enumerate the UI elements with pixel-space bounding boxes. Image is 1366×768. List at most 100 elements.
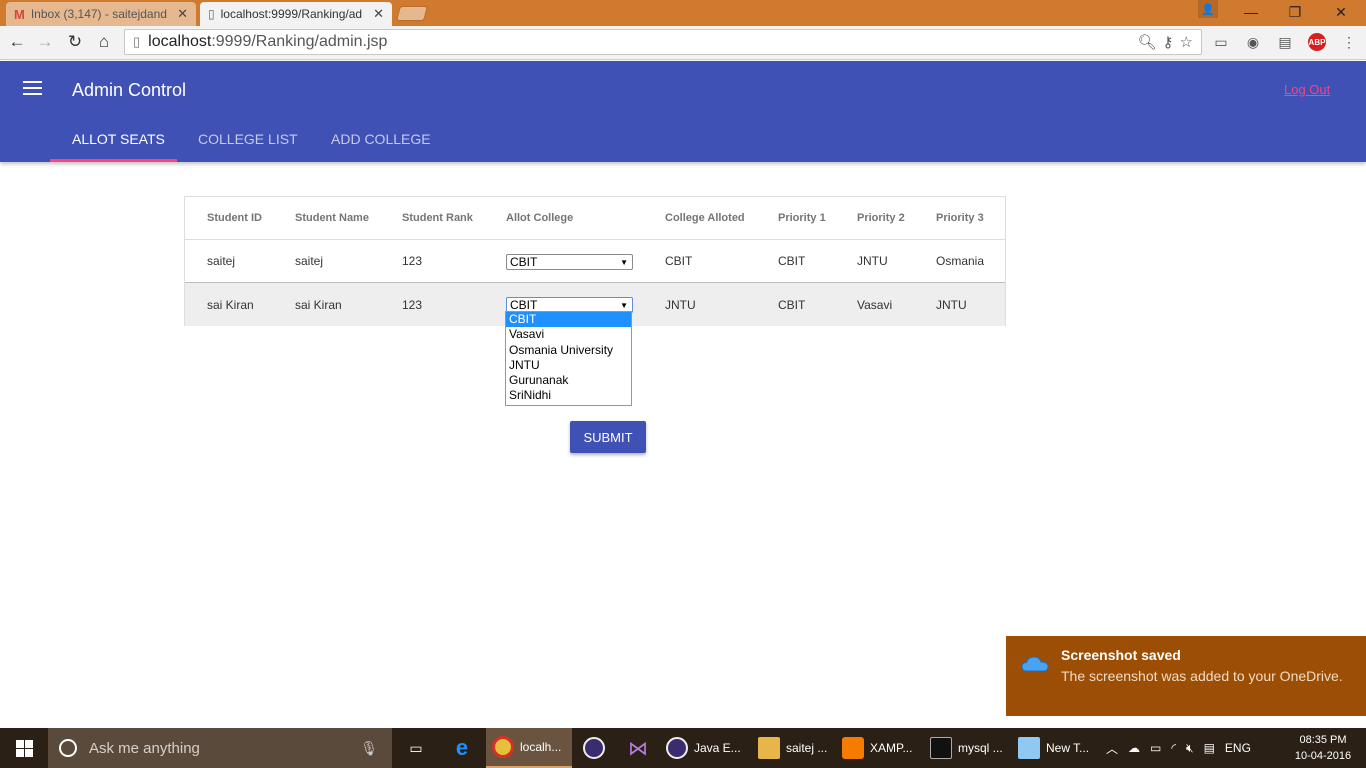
app-label: XAMP...	[870, 741, 913, 755]
priority-1-cell: CBIT	[778, 254, 806, 268]
adblock-plus-icon[interactable]: ABP	[1308, 33, 1326, 51]
zoom-icon[interactable]: 🔍︎	[1138, 33, 1157, 51]
column-header: Priority 1	[778, 212, 826, 224]
restore-icon[interactable]: ❐	[1272, 0, 1318, 24]
browser-tab-strip: M Inbox (3,147) - saitejdand ✕ ▯ localho…	[0, 0, 1366, 26]
folder-icon	[758, 737, 780, 759]
notepad-icon	[1018, 737, 1040, 759]
battery-icon[interactable]: ▭	[1150, 741, 1161, 755]
chrome-menu-icon[interactable]: ⋮	[1338, 32, 1360, 52]
xampp-icon	[842, 737, 864, 759]
column-header: Student Rank	[402, 212, 473, 224]
task-view-icon[interactable]: ▭	[396, 728, 436, 768]
close-tab-icon[interactable]: ✕	[373, 6, 384, 22]
taskbar: Ask me anything 🎙︎ ▭ e localh... ⋈ Java …	[0, 728, 1366, 768]
new-tab-button[interactable]	[395, 6, 429, 21]
back-icon[interactable]: ←	[6, 31, 28, 53]
tab-college-list[interactable]: COLLEGE LIST	[198, 131, 298, 147]
volume-muted-icon[interactable]: 🔇︎	[1186, 741, 1194, 756]
dropdown-option[interactable]: JNTU	[506, 358, 631, 373]
dropdown-arrow-icon: ▼	[620, 258, 628, 267]
tab-add-college[interactable]: ADD COLLEGE	[331, 131, 431, 147]
menu-icon[interactable]	[23, 81, 42, 97]
dropdown-option[interactable]: CBIT	[506, 312, 631, 328]
action-center-icon[interactable]: ▤	[1204, 741, 1215, 755]
gmail-icon: M	[14, 6, 25, 22]
allotment-table: Student ID Student Name Student Rank All…	[184, 196, 1006, 326]
close-window-icon[interactable]: ✕	[1318, 0, 1364, 24]
taskbar-app-chrome[interactable]: localh...	[486, 728, 572, 768]
taskbar-app-file-explorer[interactable]: saitej ...	[752, 728, 832, 768]
tab-title: Inbox (3,147) - saitejdand	[30, 7, 167, 21]
database-extension-icon[interactable]: ▤	[1274, 32, 1296, 52]
visual-studio-icon[interactable]: ⋈	[618, 728, 658, 768]
browser-tab-localhost[interactable]: ▯ localhost:9999/Ranking/ad ✕	[200, 2, 392, 26]
student-id-cell: sai Kiran	[207, 297, 254, 312]
app-label: localh...	[520, 740, 562, 754]
table-row: saitej saitej 123 CBIT ▼ CBIT CBIT JNTU …	[185, 240, 1005, 283]
taskbar-app-notepad[interactable]: New T...	[1012, 728, 1100, 768]
app-header: Admin Control Log Out ALLOT SEATS COLLEG…	[0, 61, 1366, 162]
clock-time: 08:35 PM	[1299, 734, 1347, 746]
notification-toast[interactable]: Screenshot saved The screenshot was adde…	[1006, 636, 1366, 716]
app-label: Java E...	[694, 741, 741, 755]
star-icon[interactable]: ☆	[1180, 33, 1193, 51]
edge-browser-icon[interactable]: e	[442, 728, 482, 768]
student-name-cell: saitej	[295, 254, 324, 268]
submit-button[interactable]: SUBMIT	[570, 421, 646, 453]
app-label: mysql ...	[958, 741, 1003, 755]
key-icon[interactable]: ⚷	[1163, 33, 1174, 51]
app-label: New T...	[1046, 741, 1090, 755]
clock-date: 10-04-2016	[1294, 750, 1352, 762]
globe-extension-icon[interactable]: ◉	[1242, 32, 1264, 52]
column-header: Priority 2	[857, 212, 905, 224]
command-prompt-icon	[930, 737, 952, 759]
select-value: CBIT	[510, 298, 538, 312]
forward-icon[interactable]: →	[34, 31, 56, 53]
page-info-icon: ▯	[133, 34, 141, 49]
home-icon[interactable]: ⌂	[93, 31, 115, 53]
windows-start-icon[interactable]	[0, 728, 48, 768]
allot-college-select[interactable]: CBIT ▼	[506, 254, 633, 270]
onedrive-tray-icon[interactable]: ☁	[1128, 741, 1140, 755]
system-tray: ︿ ☁ ▭ ◜ 🔇︎ ▤ ENG	[1106, 728, 1251, 768]
onedrive-cloud-icon	[1021, 656, 1049, 672]
browser-tab-gmail[interactable]: M Inbox (3,147) - saitejdand ✕	[6, 2, 196, 26]
reload-icon[interactable]: ↻	[64, 31, 86, 53]
search-placeholder: Ask me anything	[89, 739, 200, 757]
system-clock[interactable]: 08:35 PM 10-04-2016	[1290, 732, 1356, 764]
address-bar[interactable]: ▯ localhost:9999/Ranking/admin.jsp 🔍︎ ⚷ …	[124, 29, 1202, 55]
select-value: CBIT	[510, 255, 538, 269]
priority-2-cell: Vasavi	[857, 297, 893, 312]
dropdown-option[interactable]: Osmania University	[506, 343, 631, 358]
cortana-icon	[59, 739, 77, 757]
microphone-icon[interactable]: 🎙︎	[360, 740, 378, 757]
page-title: Admin Control	[72, 80, 187, 100]
priority-3-cell: JNTU	[936, 297, 967, 312]
eclipse-icon[interactable]	[574, 728, 614, 768]
url-path: :9999/Ranking/admin.jsp	[211, 33, 388, 50]
taskbar-app-mysql-console[interactable]: mysql ...	[924, 728, 1008, 768]
minimize-icon[interactable]: —	[1228, 0, 1274, 24]
wifi-icon[interactable]: ◜	[1171, 741, 1176, 755]
cortana-search-box[interactable]: Ask me anything 🎙︎	[48, 728, 392, 768]
table-header-row: Student ID Student Name Student Rank All…	[185, 197, 1005, 240]
logout-link[interactable]: Log Out	[1284, 82, 1330, 97]
cast-icon[interactable]: ▭	[1210, 32, 1232, 52]
dropdown-option[interactable]: Gurunanak	[506, 373, 631, 388]
close-tab-icon[interactable]: ✕	[177, 6, 188, 22]
show-hidden-icons-icon[interactable]: ︿	[1106, 740, 1118, 757]
college-alloted-cell: CBIT	[665, 254, 693, 268]
taskbar-app-xampp[interactable]: XAMP...	[836, 728, 920, 768]
taskbar-app-java-eclipse[interactable]: Java E...	[660, 728, 750, 768]
user-profile-icon[interactable]: 👤	[1198, 0, 1218, 18]
column-header: Student Name	[295, 212, 369, 224]
priority-1-cell: CBIT	[778, 297, 806, 312]
priority-2-cell: JNTU	[857, 254, 888, 268]
dropdown-option[interactable]: SriNidhi	[506, 388, 631, 403]
tab-allot-seats[interactable]: ALLOT SEATS	[72, 131, 165, 147]
language-indicator[interactable]: ENG	[1225, 741, 1251, 755]
tab-title: localhost:9999/Ranking/ad	[220, 7, 363, 21]
dropdown-option[interactable]: Vasavi	[506, 327, 631, 342]
college-dropdown-list: CBIT Vasavi Osmania University JNTU Guru…	[505, 311, 632, 406]
